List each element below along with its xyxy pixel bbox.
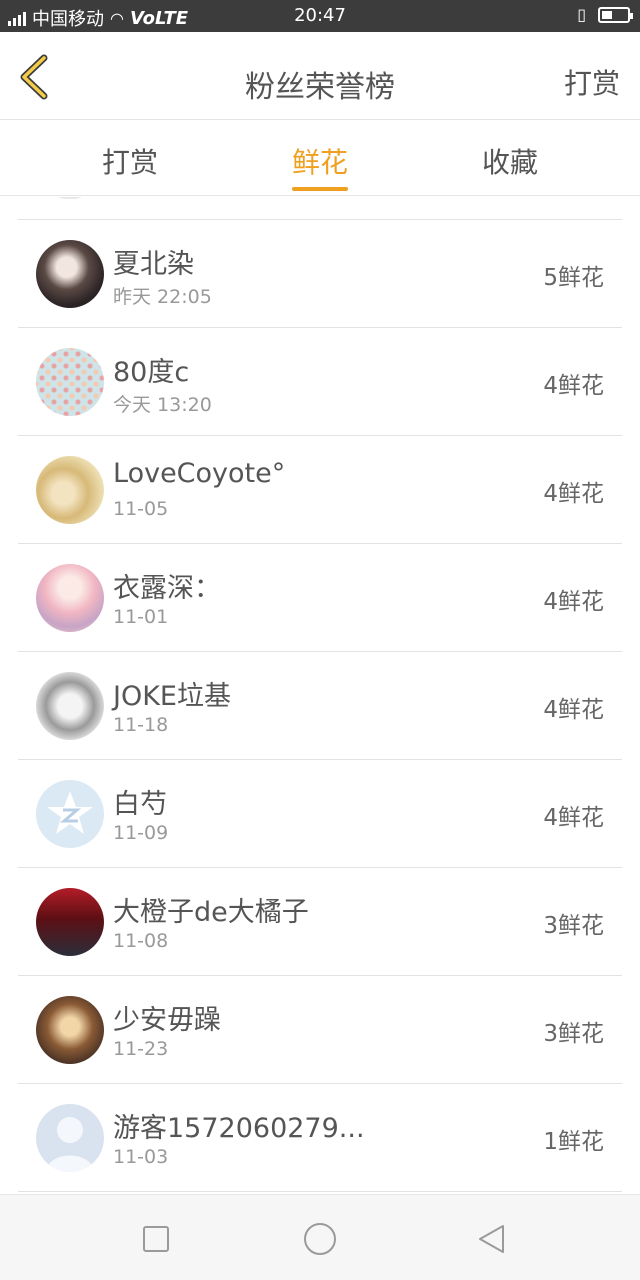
user-name: 80度c [113, 357, 190, 388]
list-item[interactable]: 白芍 11-09 4鲜花 [18, 759, 622, 867]
status-time: 20:47 [294, 5, 346, 26]
item-time: 11-05 [113, 498, 169, 520]
avatar [36, 240, 104, 308]
item-time: 11-18 [113, 714, 169, 736]
user-name: 衣露深： [113, 573, 221, 604]
user-name: JOKE垃基 [113, 681, 231, 712]
tab-bar: 打赏 鲜花 收藏 [0, 121, 640, 196]
user-name: 白芍 [113, 789, 167, 820]
flower-count: 4鲜花 [543, 589, 604, 615]
list-item[interactable]: LoveCoyote° 11-05 4鲜花 [18, 435, 622, 543]
list-item[interactable]: 夏北染 昨天 22:05 5鲜花 [18, 219, 622, 327]
flower-count: 4鲜花 [543, 373, 604, 399]
tab-reward[interactable]: 打赏 [70, 141, 190, 181]
item-time: 昨天 22:05 [113, 286, 212, 308]
vibrate-icon: ▯ [577, 5, 586, 24]
user-name: 游客1572060279... [113, 1113, 365, 1144]
flower-count: 3鲜花 [543, 1021, 604, 1047]
item-time: 11-23 [113, 1038, 169, 1060]
list-item[interactable]: 80度c 今天 13:20 4鲜花 [18, 327, 622, 435]
circle-icon[interactable] [302, 1221, 338, 1257]
avatar [36, 1104, 104, 1172]
flower-count: 3鲜花 [543, 913, 604, 939]
item-time: 11-09 [113, 822, 169, 844]
avatar [36, 456, 104, 524]
list-item[interactable]: 大橙子de大橘子 11-08 3鲜花 [18, 867, 622, 975]
item-time: 11-08 [113, 930, 169, 952]
flower-count: 4鲜花 [543, 697, 604, 723]
avatar [36, 888, 104, 956]
reward-button[interactable]: 打赏 [564, 62, 620, 102]
user-name: 少安毋躁 [113, 1005, 221, 1036]
system-nav-bar [0, 1194, 640, 1280]
avatar [36, 996, 104, 1064]
status-bar: 中国移动 ◠ VoLTE 20:47 ▯ [0, 0, 640, 32]
avatar [36, 348, 104, 416]
item-time: 11-03 [113, 1146, 169, 1168]
fan-list[interactable]: 夏北染 昨天 22:05 5鲜花 80度c 今天 13:20 4鲜花 LoveC… [0, 197, 640, 1193]
tab-favorites[interactable]: 收藏 [450, 141, 570, 181]
star-logo-icon [47, 791, 93, 834]
avatar [36, 672, 104, 740]
list-item[interactable]: 少安毋躁 11-23 3鲜花 [18, 975, 622, 1083]
list-divider [18, 1191, 622, 1193]
status-right: ▯ [577, 5, 633, 24]
user-name: 大橙子de大橘子 [113, 897, 309, 928]
flower-count: 5鲜花 [543, 265, 604, 291]
user-name: LoveCoyote° [113, 458, 286, 489]
flower-count: 1鲜花 [543, 1129, 604, 1155]
user-name: 夏北染 [113, 249, 194, 280]
list-item[interactable]: JOKE垃基 11-18 4鲜花 [18, 651, 622, 759]
battery-icon [598, 6, 633, 23]
item-time: 11-01 [113, 606, 169, 628]
app-header: 粉丝荣誉榜 打赏 [0, 32, 640, 120]
square-icon[interactable] [138, 1221, 174, 1257]
item-time: 今天 13:20 [113, 394, 212, 416]
avatar [50, 197, 90, 199]
active-tab-indicator [292, 187, 348, 191]
avatar [36, 564, 104, 632]
page-title: 粉丝荣誉榜 [245, 70, 395, 105]
tab-flowers[interactable]: 鲜花 [260, 141, 380, 181]
default-user-icon [46, 1117, 94, 1172]
list-item[interactable]: 游客1572060279... 11-03 1鲜花 [18, 1083, 622, 1191]
list-item[interactable]: 衣露深： 11-01 4鲜花 [18, 543, 622, 651]
triangle-back-icon[interactable] [474, 1221, 510, 1257]
flower-count: 4鲜花 [543, 805, 604, 831]
flower-count: 4鲜花 [543, 481, 604, 507]
avatar [36, 780, 104, 848]
